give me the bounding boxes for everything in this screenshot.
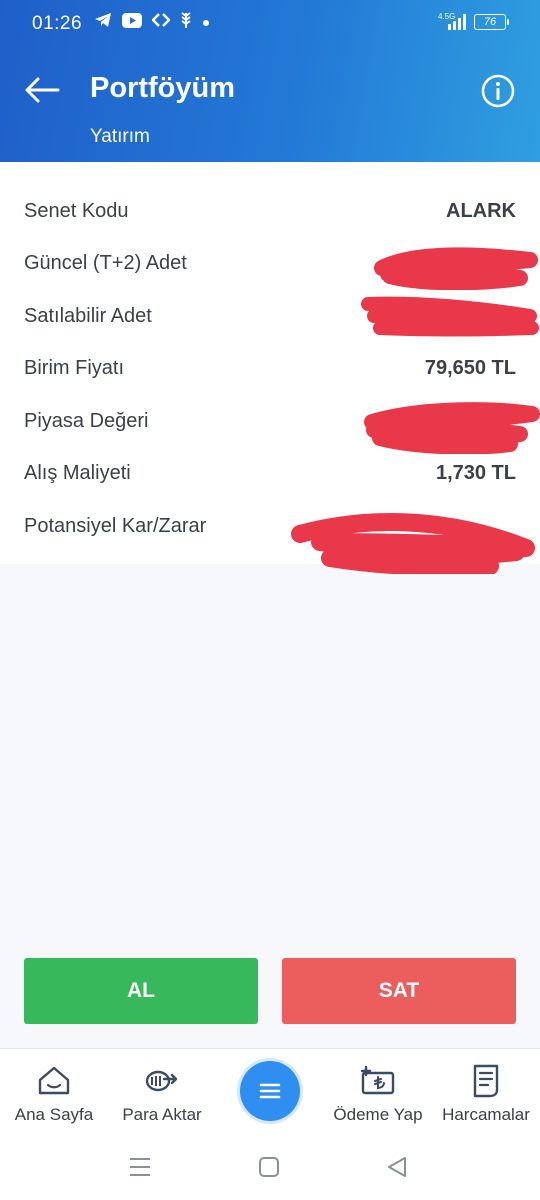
wheat-icon (180, 11, 192, 34)
youtube-icon (122, 12, 142, 33)
detail-label: Alış Maliyeti (24, 462, 131, 484)
menu-icon (259, 1083, 281, 1099)
nav-label: Para Aktar (122, 1105, 202, 1124)
recent-apps-icon[interactable] (128, 1156, 152, 1178)
redaction-scribble (361, 296, 539, 337)
detail-row-senet-kodu: Senet Kodu ALARK (0, 188, 540, 240)
detail-label: Potansiyel Kar/Zarar (24, 515, 207, 537)
portfolio-details: Senet Kodu ALARK Güncel (T+2) Adet Satıl… (0, 162, 540, 574)
notification-icons (94, 11, 210, 34)
detail-value: ALARK (446, 200, 516, 222)
battery-level: 76 (483, 16, 497, 28)
detail-label: Senet Kodu (24, 200, 129, 222)
page-title: Portföyüm (90, 72, 235, 104)
redaction-scribble (364, 402, 540, 454)
status-bar: 01:26 4.5G 76 (0, 0, 540, 48)
receipt-icon (473, 1064, 499, 1098)
info-icon (481, 74, 515, 108)
menu-button[interactable] (240, 1061, 300, 1121)
detail-label: Piyasa Değeri (24, 410, 149, 432)
app-icon (151, 12, 171, 33)
network-label: 4.5G (438, 12, 456, 21)
home-icon (38, 1066, 70, 1095)
nav-item-harcamalar[interactable]: Harcamalar (438, 1063, 534, 1125)
status-right: 4.5G 76 (438, 12, 509, 30)
nav-item-para-aktar[interactable]: Para Aktar (116, 1063, 208, 1125)
system-nav-bar (0, 1136, 540, 1200)
detail-value: 1,730 TL (435, 462, 516, 484)
detail-row-birim-fiyati: Birim Fiyatı 79,650 TL (0, 345, 540, 397)
signal-icon: 4.5G (438, 12, 466, 30)
payment-icon (360, 1065, 395, 1095)
nav-label: Ana Sayfa (14, 1105, 94, 1124)
info-button[interactable] (480, 73, 516, 109)
detail-label: Birim Fiyatı (24, 357, 124, 379)
battery-icon: 76 (474, 14, 509, 30)
nav-item-odeme-yap[interactable]: Ödeme Yap (330, 1063, 426, 1125)
back-button[interactable] (22, 72, 62, 108)
app-header: 01:26 4.5G 76 Portföyüm Yatırım (0, 0, 540, 162)
nav-item-ana-sayfa[interactable]: Ana Sayfa (10, 1063, 98, 1125)
status-time: 01:26 (32, 13, 83, 34)
dot-icon (202, 14, 210, 32)
detail-label: Güncel (T+2) Adet (24, 252, 187, 274)
telegram-icon (94, 12, 112, 33)
detail-value: 79,650 TL (424, 357, 516, 379)
home-system-icon[interactable] (258, 1156, 280, 1178)
sell-button[interactable]: SAT (282, 958, 516, 1024)
redaction-scribble (291, 513, 535, 574)
page-subtitle: Yatırım (90, 126, 150, 147)
transfer-icon (145, 1070, 178, 1092)
arrow-left-icon (25, 77, 60, 103)
detail-label: Satılabilir Adet (24, 305, 152, 327)
nav-label: Ödeme Yap (333, 1105, 423, 1124)
buy-button[interactable]: AL (24, 958, 258, 1024)
redaction-scribble (374, 247, 538, 290)
detail-row-alis-maliyeti: Alış Maliyeti 1,730 TL (0, 450, 540, 502)
nav-label: Harcamalar (442, 1105, 530, 1124)
back-system-icon[interactable] (386, 1156, 408, 1178)
